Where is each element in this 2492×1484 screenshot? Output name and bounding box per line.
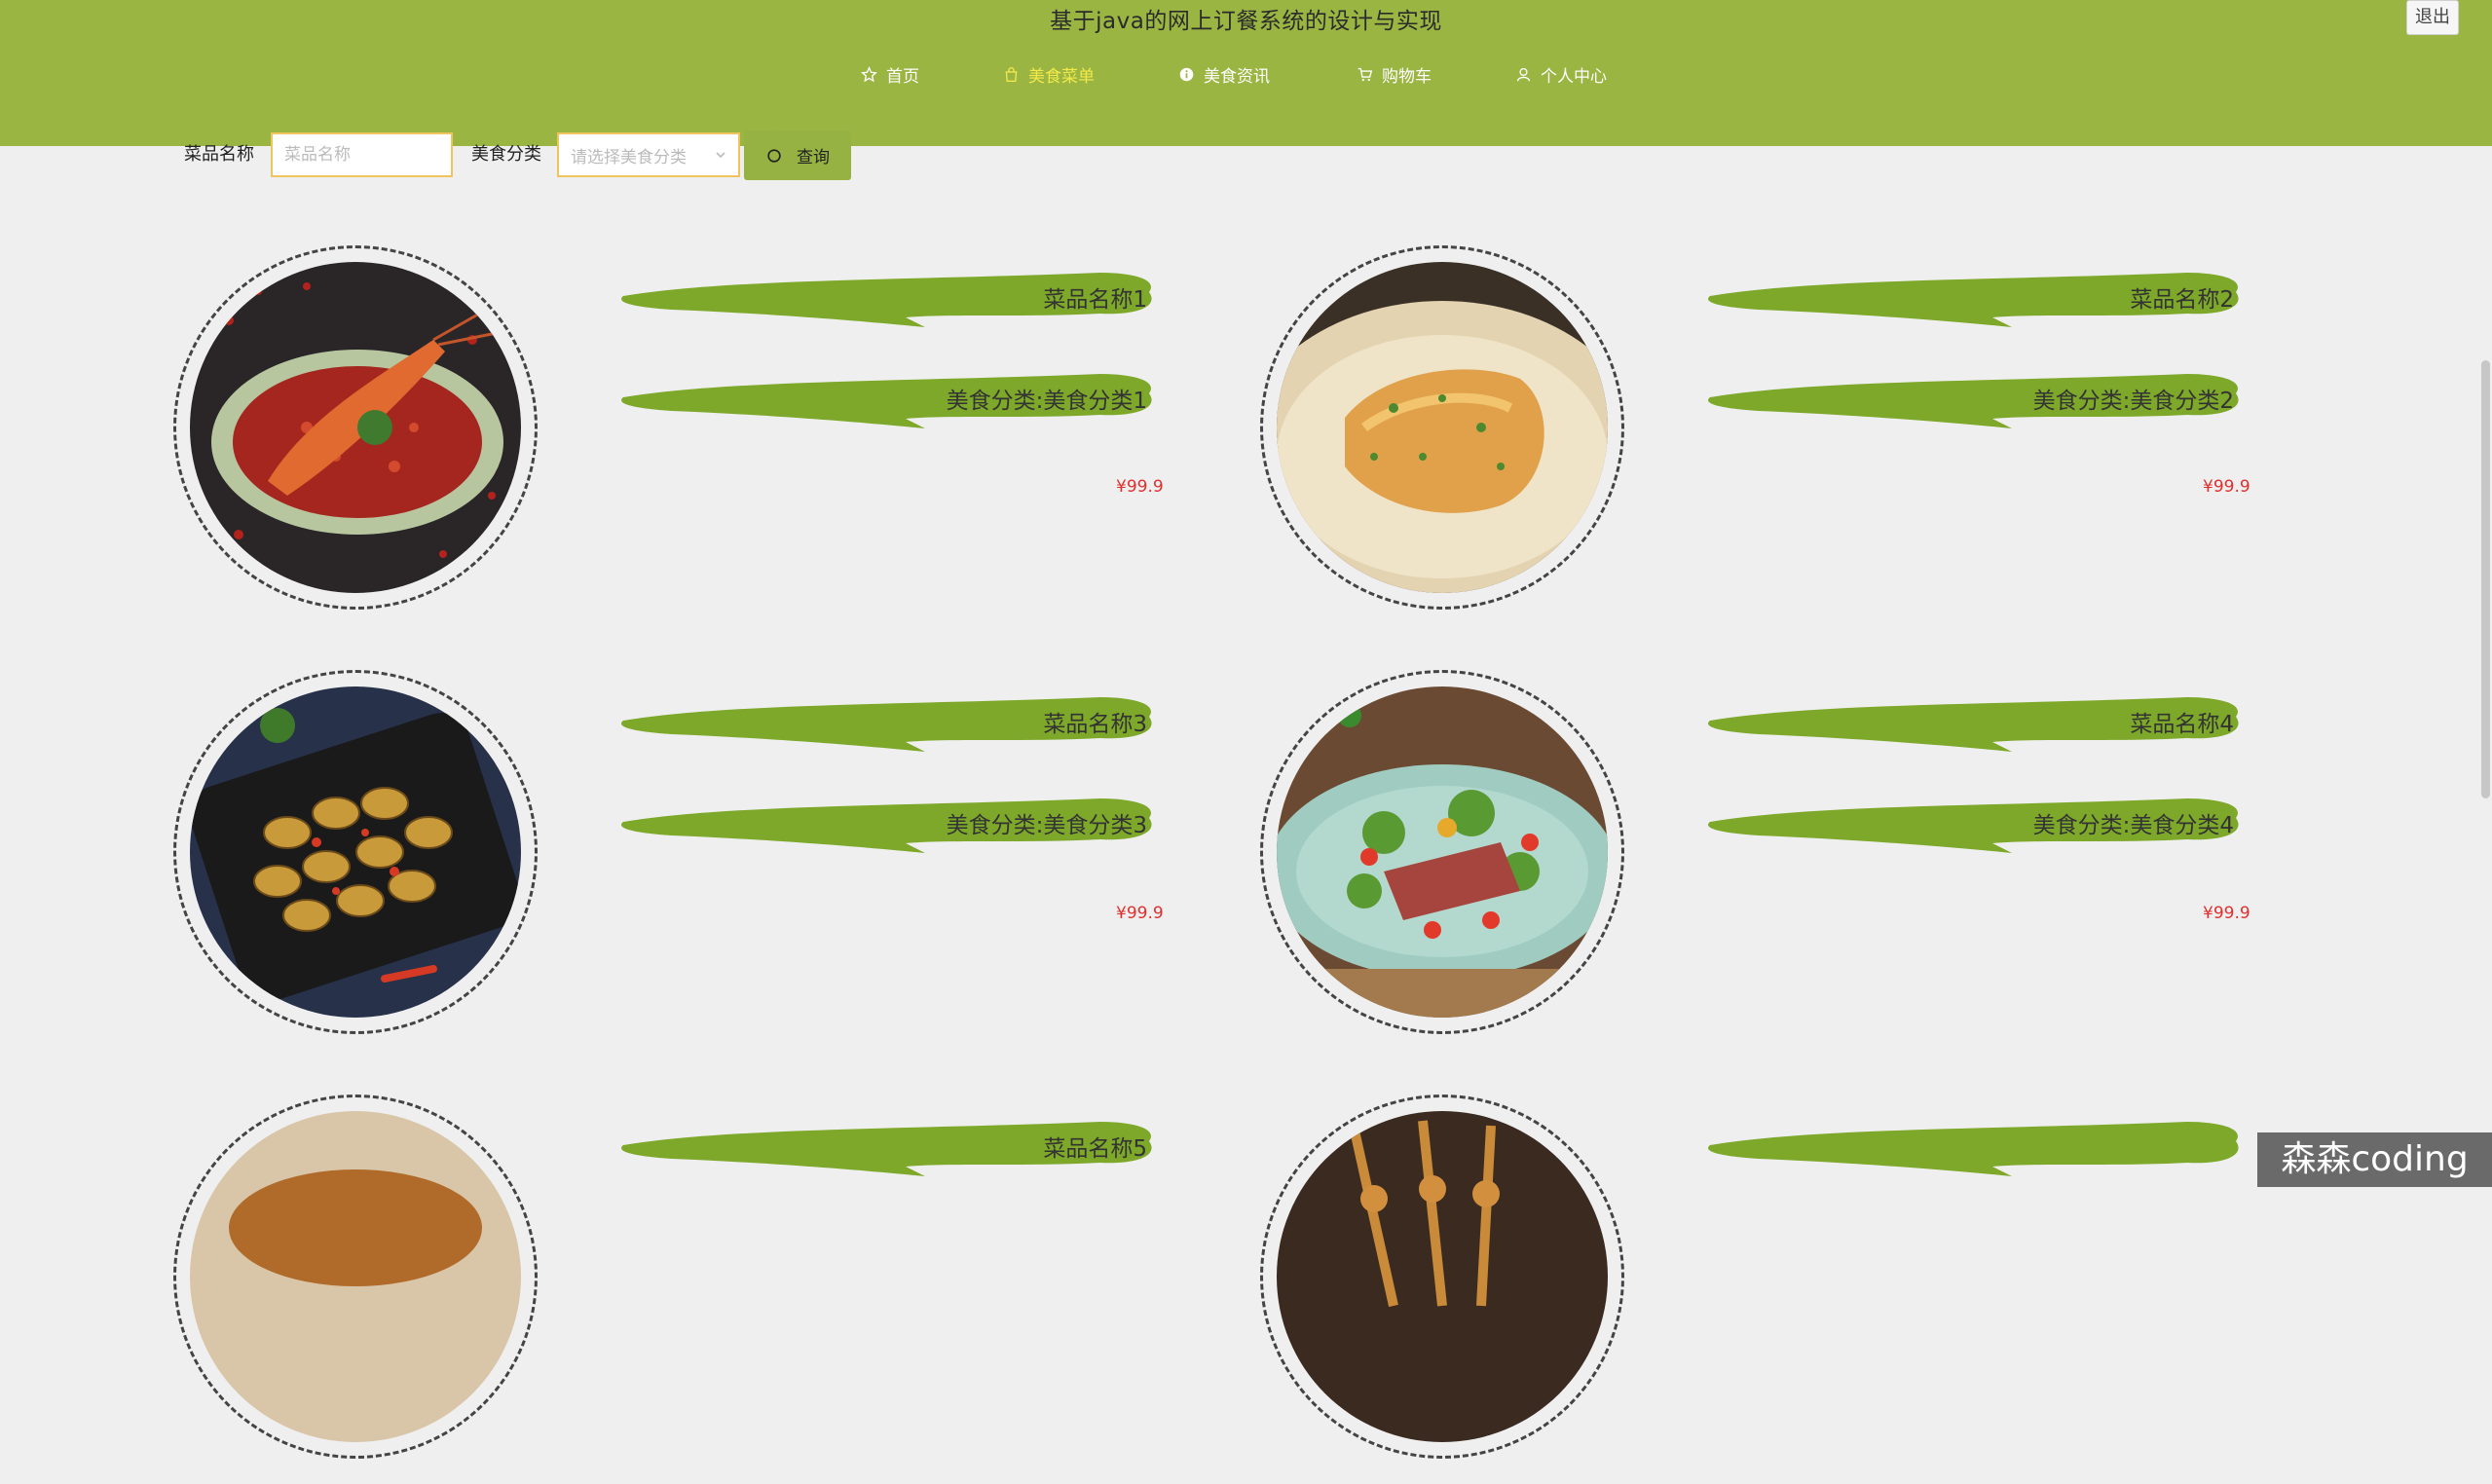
nav-food-menu[interactable]: 美食菜单 [1003, 60, 1095, 88]
dish-category: 美食分类:美食分类1 [946, 389, 1147, 414]
food-photo-frame [173, 245, 538, 610]
nav-food-menu-label: 美食菜单 [1028, 66, 1095, 87]
logout-button[interactable]: 退出 [2406, 0, 2459, 35]
nav-food-news-label: 美食资讯 [1204, 66, 1270, 87]
food-photo-frame [1260, 245, 1624, 610]
food-photo-image [1277, 262, 1608, 593]
food-card[interactable]: 菜品名称4 美食分类:美食分类4 ¥99.9 [1260, 670, 2351, 1059]
food-photo-frame [1260, 670, 1624, 1034]
chevron-down-icon [716, 152, 725, 159]
dish-name-brush: 菜品名称1 [614, 259, 1159, 335]
shopping-bag-icon [1005, 66, 1018, 82]
top-header: 基于java的网上订餐系统的设计与实现 退出 首页 美食菜单 美食资讯 购物车 … [0, 0, 2492, 146]
search-button-label: 查询 [797, 148, 830, 167]
food-photo-image [190, 1111, 521, 1442]
search-button[interactable]: 查询 [744, 130, 851, 180]
dish-category: 美食分类:美食分类3 [946, 813, 1147, 838]
dish-price: ¥99.9 [2203, 477, 2250, 497]
dish-category-brush: 美食分类:美食分类1 [614, 360, 1159, 436]
dish-category-brush: 美食分类:美食分类3 [614, 785, 1159, 861]
dish-name: 菜品名称1 [1043, 287, 1147, 313]
dish-name: 菜品名称2 [2130, 287, 2234, 313]
food-photo-frame [173, 670, 538, 1034]
user-icon [1516, 67, 1531, 81]
category-label: 美食分类 [471, 144, 541, 165]
dish-name: 菜品名称4 [2130, 712, 2234, 737]
dish-name-brush: 菜品名称5 [614, 1108, 1159, 1184]
dish-name-label: 菜品名称 [184, 144, 254, 165]
dish-price: ¥99.9 [1116, 477, 1164, 497]
food-card[interactable] [1260, 1094, 2351, 1484]
search-icon [767, 148, 781, 163]
nav-profile[interactable]: 个人中心 [1515, 60, 1607, 88]
dish-category-brush: 美食分类:美食分类4 [1700, 785, 2246, 861]
home-icon [861, 65, 877, 82]
food-photo-steak-salad[interactable] [1277, 686, 1608, 1018]
food-photo-frame [1260, 1094, 1624, 1459]
food-photo-crayfish[interactable] [190, 262, 521, 593]
nav-cart-label: 购物车 [1382, 66, 1432, 87]
site-title: 基于java的网上订餐系统的设计与实现 [1050, 9, 1442, 34]
nav-cart[interactable]: 购物车 [1357, 60, 1432, 88]
food-card[interactable]: 菜品名称1 美食分类:美食分类1 ¥99.9 [173, 245, 1264, 635]
nav-profile-label: 个人中心 [1541, 66, 1607, 87]
dish-name: 菜品名称5 [1043, 1136, 1147, 1162]
category-select[interactable]: 请选择美食分类 [557, 132, 740, 177]
dish-name-brush [1700, 1108, 2246, 1184]
food-photo-clams[interactable] [190, 686, 521, 1018]
dish-name-input[interactable] [271, 132, 453, 177]
food-card[interactable]: 菜品名称3 美食分类:美食分类3 ¥99.9 [173, 670, 1264, 1059]
watermark-label: 森森coding [2257, 1132, 2492, 1187]
food-photo-skewers[interactable] [1277, 1111, 1608, 1442]
food-photo-image [190, 262, 521, 593]
nav-home[interactable]: 首页 [861, 60, 919, 88]
food-photo-frame [173, 1094, 538, 1459]
info-icon [1179, 67, 1194, 81]
food-photo-image [1277, 686, 1608, 1018]
dish-price: ¥99.9 [1116, 904, 1164, 923]
food-photo-image [190, 686, 521, 1018]
food-photo-fish[interactable] [1277, 262, 1608, 593]
cart-icon [1358, 67, 1373, 81]
dish-name-brush: 菜品名称3 [614, 684, 1159, 760]
dish-name-brush: 菜品名称4 [1700, 684, 2246, 760]
dish-price: ¥99.9 [2203, 904, 2250, 923]
page-scrollbar[interactable] [2481, 360, 2490, 798]
food-photo-soup[interactable] [190, 1111, 521, 1442]
dish-name-brush: 菜品名称2 [1700, 259, 2246, 335]
food-card[interactable]: 菜品名称2 美食分类:美食分类2 ¥99.9 [1260, 245, 2351, 635]
dish-category: 美食分类:美食分类2 [2032, 389, 2234, 414]
nav-food-news[interactable]: 美食资讯 [1178, 60, 1270, 88]
food-card[interactable]: 菜品名称5 [173, 1094, 1264, 1484]
dish-category: 美食分类:美食分类4 [2032, 813, 2234, 838]
brush-stroke-shape [1708, 1122, 2239, 1176]
dish-name: 菜品名称3 [1043, 712, 1147, 737]
nav-home-label: 首页 [886, 66, 919, 87]
food-photo-image [1277, 1111, 1608, 1442]
category-select-placeholder: 请选择美食分类 [571, 147, 687, 167]
dish-category-brush: 美食分类:美食分类2 [1700, 360, 2246, 436]
